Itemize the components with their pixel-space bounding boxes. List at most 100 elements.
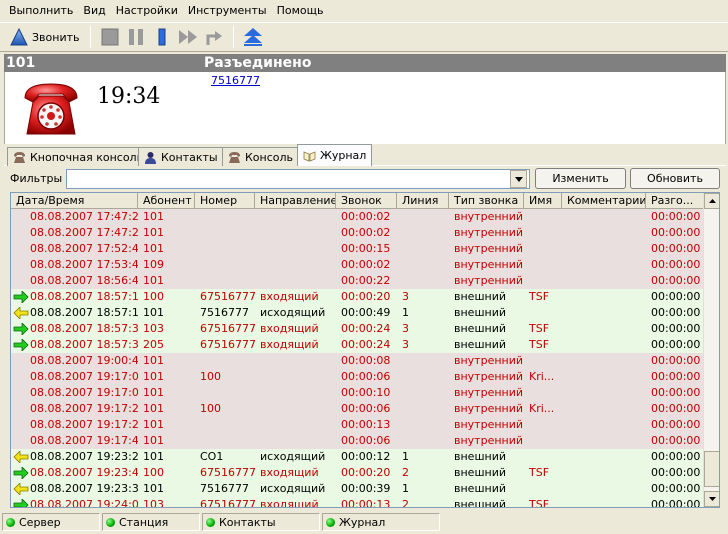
tab-label: Кнопочная консоль bbox=[30, 150, 144, 164]
cell-subscriber: 100 bbox=[143, 290, 164, 303]
call-button[interactable]: Звонить bbox=[6, 25, 84, 49]
cell-direction: исходящий bbox=[260, 450, 326, 463]
table-row[interactable]: 08.08.2007 18:57:16 100 67516777 входящий 00… bbox=[11, 289, 704, 305]
cell-duration: 00:00:49 bbox=[341, 306, 391, 319]
column-header[interactable]: Комментарии bbox=[562, 193, 646, 209]
table-row[interactable]: 08.08.2007 19:23:42 100 67516777 входящий 00… bbox=[11, 465, 704, 481]
cell-name bbox=[524, 481, 562, 497]
table-row[interactable]: 08.08.2007 18:56:43 101 00:00:22 внутренний… bbox=[11, 273, 704, 289]
menu-view[interactable]: Вид bbox=[78, 0, 110, 22]
tab-button-console[interactable]: Кнопочная консоль bbox=[7, 147, 150, 166]
tab-journal[interactable]: Журнал bbox=[297, 144, 373, 166]
status-label: Контакты bbox=[219, 515, 276, 529]
table-row[interactable]: 08.08.2007 19:23:36 101 7516777 исходящий 00… bbox=[11, 481, 704, 497]
cell-talk-time: 00:00:00 bbox=[651, 386, 701, 399]
cell-subscriber: 101 bbox=[143, 370, 164, 383]
column-header[interactable]: Дата/Время bbox=[11, 193, 138, 209]
tab-console[interactable]: Консоль bbox=[222, 147, 300, 166]
filter-combobox[interactable] bbox=[66, 169, 530, 189]
cell-datetime: 08.08.2007 19:23:23 bbox=[11, 449, 138, 465]
cell-name: TSF bbox=[529, 290, 550, 303]
pause-button[interactable] bbox=[123, 24, 149, 50]
cell-subscriber: 101 bbox=[143, 274, 164, 287]
cell-line: 1 bbox=[402, 306, 409, 319]
scrollbar-thumb[interactable] bbox=[704, 451, 719, 487]
pause-icon bbox=[128, 29, 143, 45]
cell-duration: 00:00:02 bbox=[341, 258, 391, 271]
cell-name: TSF bbox=[529, 322, 550, 335]
table-row[interactable]: 08.08.2007 19:17:09 101 00:00:10 внутренний… bbox=[11, 385, 704, 401]
table-row[interactable]: 08.08.2007 19:17:28 101 00:00:13 внутренний… bbox=[11, 417, 704, 433]
scroll-up-button[interactable] bbox=[704, 193, 719, 209]
cell-datetime: 08.08.2007 19:24:02 bbox=[11, 497, 138, 507]
table-row[interactable]: 08.08.2007 19:24:02 103 67516777 входящий 00… bbox=[11, 497, 704, 508]
cell-direction bbox=[255, 417, 336, 433]
column-header[interactable]: Номер bbox=[195, 193, 255, 209]
table-row[interactable]: 08.08.2007 19:17:01 101 100 00:00:06 внутрен… bbox=[11, 369, 704, 385]
column-header[interactable]: Направление bbox=[255, 193, 336, 209]
cell-line bbox=[397, 257, 449, 273]
call-number-link[interactable]: 7516777 bbox=[211, 74, 260, 87]
table-row[interactable]: 08.08.2007 19:17:41 101 00:00:06 внутренний… bbox=[11, 433, 704, 449]
filter-dropdown-button[interactable] bbox=[510, 170, 527, 188]
cell-comment bbox=[562, 337, 646, 353]
tab-contacts[interactable]: Контакты bbox=[138, 147, 224, 166]
cell-name: TSF bbox=[529, 338, 550, 351]
cell-talk-time: 00:00:00 bbox=[651, 322, 701, 335]
cell-subscriber: 101 bbox=[143, 226, 164, 239]
vertical-scrollbar[interactable] bbox=[703, 193, 719, 507]
cell-talk-time: 00:00:00 bbox=[651, 306, 701, 319]
cell-comment bbox=[562, 273, 646, 289]
table-row[interactable]: 08.08.2007 17:53:42 109 00:00:02 внутренний… bbox=[11, 257, 704, 273]
refresh-button[interactable]: Обновить bbox=[630, 168, 720, 189]
edit-filter-button[interactable]: Изменить bbox=[535, 168, 626, 189]
collapse-button[interactable] bbox=[240, 24, 266, 50]
column-header[interactable]: Тип звонка bbox=[449, 193, 524, 209]
column-header[interactable]: Разго... bbox=[646, 193, 704, 209]
transfer-button[interactable] bbox=[201, 24, 227, 50]
cell-direction bbox=[255, 401, 336, 417]
stop-button[interactable] bbox=[97, 24, 123, 50]
fast-forward-icon bbox=[178, 30, 197, 44]
status-label: Сервер bbox=[19, 515, 61, 529]
hold-button[interactable] bbox=[149, 24, 175, 50]
table-row[interactable]: 08.08.2007 19:00:40 101 00:00:08 внутренний… bbox=[11, 353, 704, 369]
phone-icon bbox=[14, 151, 25, 163]
table-row[interactable]: 08.08.2007 17:47:25 101 00:00:02 внутренний… bbox=[11, 209, 704, 225]
cell-number: 67516777 bbox=[200, 338, 255, 351]
menu-run[interactable]: Выполнить bbox=[4, 0, 78, 22]
cell-duration: 00:00:12 bbox=[341, 450, 391, 463]
cell-number: 67516777 bbox=[200, 466, 255, 479]
forward-button[interactable] bbox=[175, 24, 201, 50]
cell-subscriber: 101 bbox=[143, 242, 164, 255]
table-row[interactable]: 08.08.2007 18:57:36 205 67516777 входящий 00… bbox=[11, 337, 704, 353]
table-row[interactable]: 08.08.2007 19:23:23 101 CO1 исходящий 00:00:… bbox=[11, 449, 704, 465]
green-status-icon bbox=[326, 517, 335, 527]
column-header[interactable]: Звонок bbox=[336, 193, 397, 209]
outgoing-arrow-icon bbox=[13, 307, 29, 319]
cell-talk-time: 00:00:00 bbox=[651, 402, 701, 415]
table-row[interactable]: 08.08.2007 18:57:10 101 7516777 исходящий 00… bbox=[11, 305, 704, 321]
table-row[interactable]: 08.08.2007 17:52:47 101 00:00:15 внутренний… bbox=[11, 241, 704, 257]
cell-datetime: 08.08.2007 17:52:47 bbox=[11, 241, 138, 257]
column-header[interactable]: Абонент bbox=[138, 193, 195, 209]
menu-settings[interactable]: Настройки bbox=[111, 0, 183, 22]
datetime-text: 08.08.2007 18:57:36 bbox=[30, 338, 138, 351]
table-row[interactable]: 08.08.2007 19:17:21 101 100 00:00:06 внутрен… bbox=[11, 401, 704, 417]
cell-direction: входящий bbox=[260, 498, 319, 508]
menu-tools[interactable]: Инструменты bbox=[183, 0, 272, 22]
scroll-down-button[interactable] bbox=[704, 491, 719, 507]
table-row[interactable]: 08.08.2007 18:57:36 103 67516777 входящий 00… bbox=[11, 321, 704, 337]
table-row[interactable]: 08.08.2007 17:47:28 101 00:00:02 внутренний… bbox=[11, 225, 704, 241]
cell-talk-time: 00:00:00 bbox=[651, 418, 701, 431]
cell-talk-time: 00:00:00 bbox=[651, 450, 701, 463]
column-header[interactable]: Имя bbox=[524, 193, 562, 209]
datetime-text: 08.08.2007 18:56:43 bbox=[30, 274, 138, 287]
cell-talk-time: 00:00:00 bbox=[651, 434, 701, 447]
cell-number: 7516777 bbox=[200, 482, 249, 495]
cell-datetime: 08.08.2007 17:53:42 bbox=[11, 257, 138, 273]
toolbar-separator bbox=[232, 26, 234, 48]
call-button-label: Звонить bbox=[32, 30, 80, 44]
column-header[interactable]: Линия bbox=[397, 193, 449, 209]
menu-help[interactable]: Помощь bbox=[272, 0, 329, 22]
